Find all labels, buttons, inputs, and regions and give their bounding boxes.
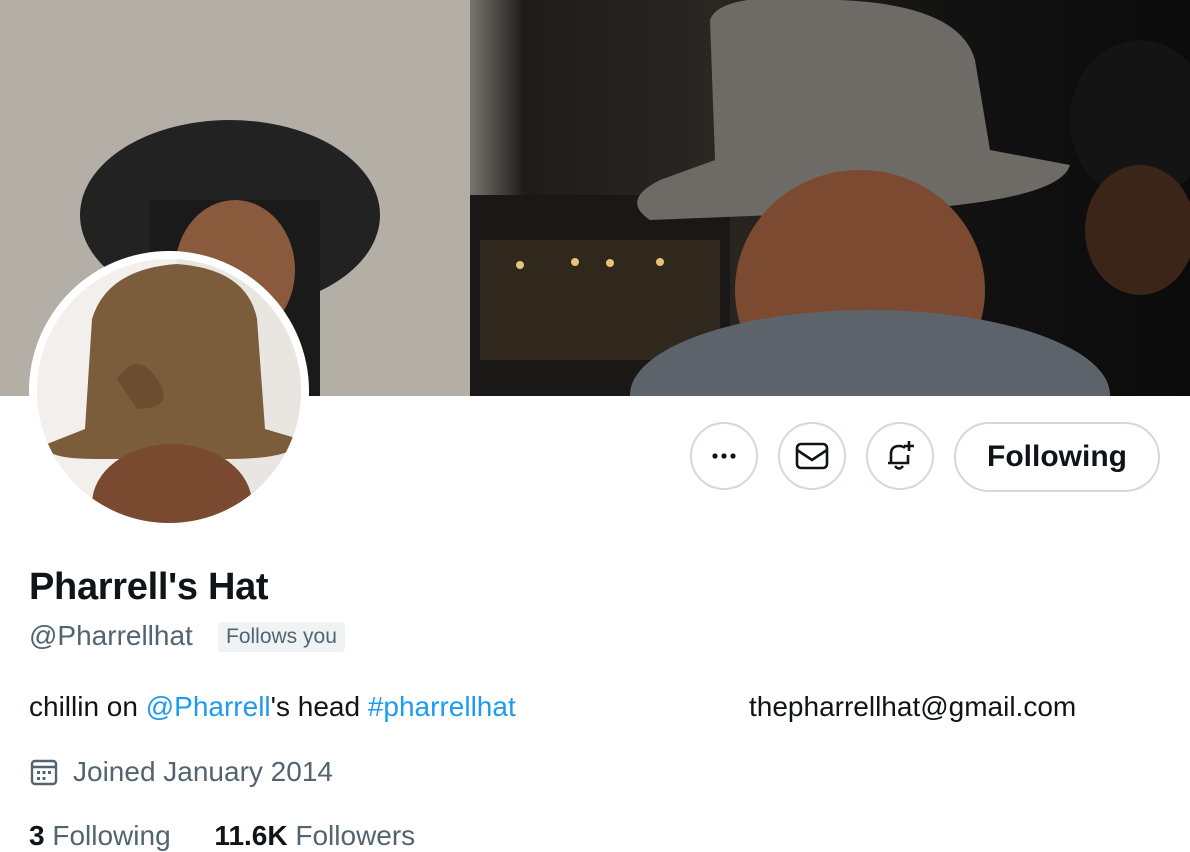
avatar-photo bbox=[37, 259, 301, 523]
bio-hashtag-link[interactable]: #pharrellhat bbox=[368, 691, 516, 722]
more-icon bbox=[712, 453, 736, 459]
following-button[interactable]: Following bbox=[954, 422, 1160, 492]
message-button[interactable] bbox=[778, 422, 846, 490]
follows-you-badge: Follows you bbox=[218, 622, 345, 652]
followers-count: 11.6K bbox=[214, 820, 288, 851]
follow-stats: 3 Following 11.6K Followers bbox=[29, 820, 451, 852]
joined-date: Joined January 2014 bbox=[29, 756, 333, 788]
bio-mention-link[interactable]: @Pharrell bbox=[146, 691, 271, 722]
more-button[interactable] bbox=[690, 422, 758, 490]
notifications-button[interactable] bbox=[866, 422, 934, 490]
bell-plus-icon bbox=[888, 441, 914, 470]
calendar-icon bbox=[30, 759, 58, 786]
bio-text: chillin on bbox=[29, 691, 146, 722]
joined-text: Joined January 2014 bbox=[73, 756, 333, 787]
bio-text: 's head bbox=[270, 691, 368, 722]
following-stat-link[interactable]: 3 Following bbox=[29, 820, 171, 852]
profile-bio: chillin on @Pharrell's head #pharrellhat bbox=[29, 691, 516, 723]
display-name: Pharrell's Hat bbox=[29, 566, 269, 608]
username-handle: @Pharrellhat bbox=[29, 620, 193, 651]
followers-stat-link[interactable]: 11.6K Followers bbox=[214, 820, 415, 852]
profile-avatar[interactable] bbox=[29, 251, 309, 531]
followers-label: Followers bbox=[295, 820, 416, 851]
following-label: Following bbox=[52, 820, 171, 851]
mail-icon bbox=[795, 442, 829, 470]
profile-email: thepharrellhat@gmail.com bbox=[749, 691, 1077, 722]
following-count: 3 bbox=[29, 820, 45, 851]
